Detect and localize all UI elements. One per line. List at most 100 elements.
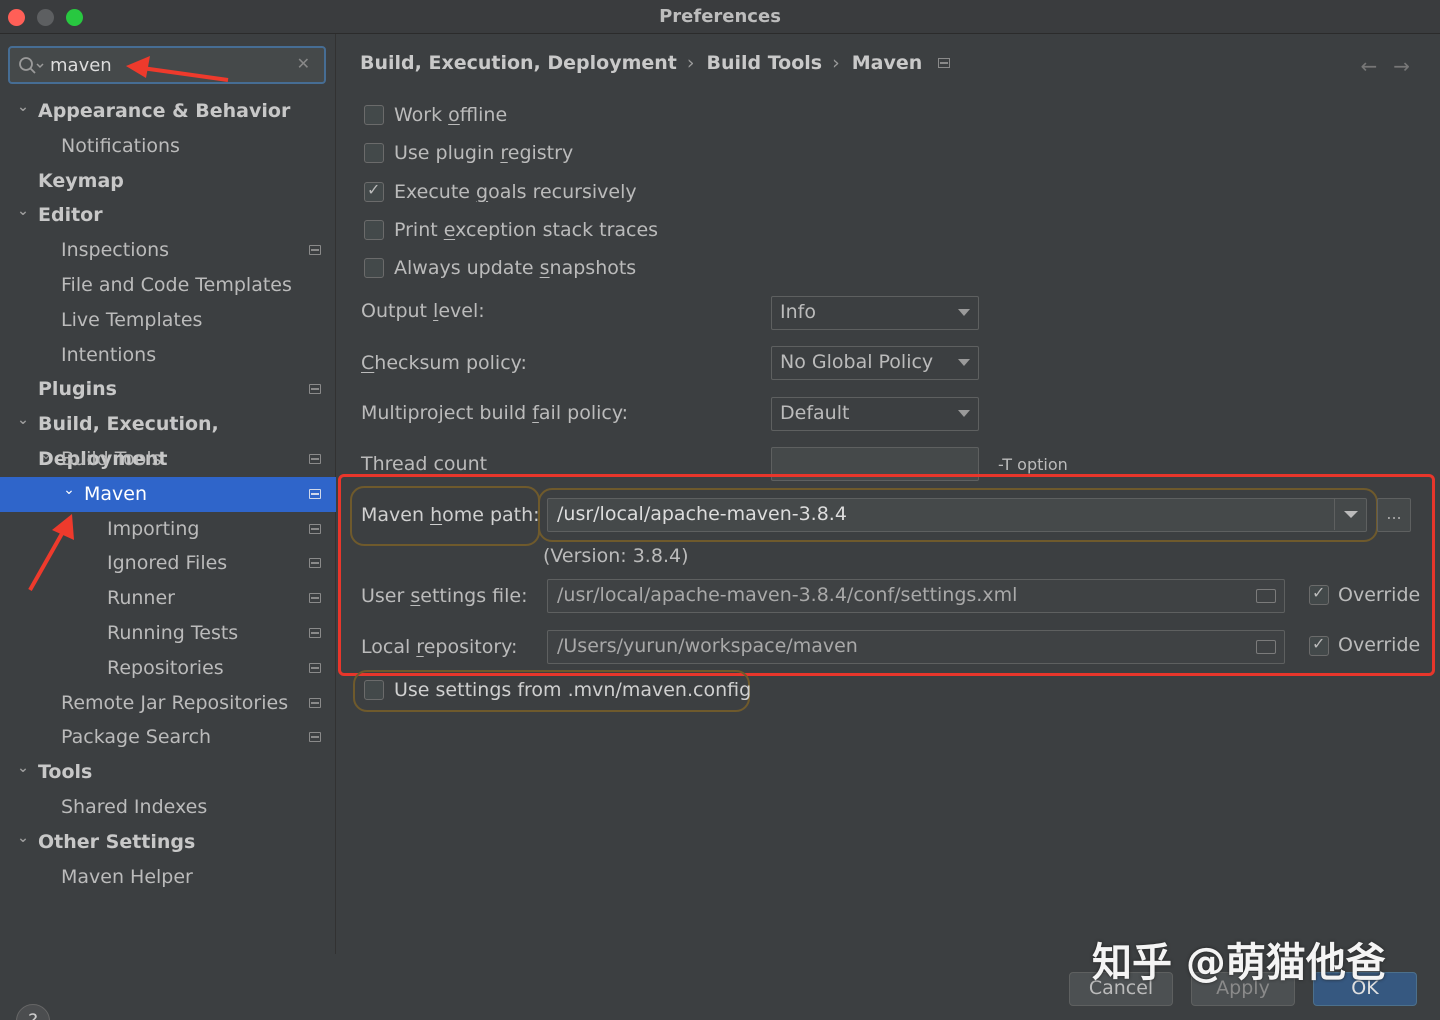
annotation-red-box <box>338 474 1435 676</box>
sidebar-item-label: Ignored Files <box>107 552 228 575</box>
window-title: Preferences <box>659 6 781 27</box>
execute-goals-recursively-label[interactable]: Execute goals recursively <box>394 181 637 203</box>
sidebar-item[interactable]: Remote Jar Repositories <box>0 686 336 721</box>
sidebar-item-label: Shared Indexes <box>61 796 208 818</box>
settings-sidebar: ✕ ⌄Appearance & BehaviorNotificationsKey… <box>0 34 336 1020</box>
project-settings-icon <box>309 662 321 673</box>
watermark: 知乎 @萌猫他爸 <box>1092 940 1386 986</box>
breadcrumb-item[interactable]: Build Tools <box>707 52 823 74</box>
sidebar-item[interactable]: ⌄ Editor <box>0 198 336 233</box>
title-bar: Preferences <box>0 0 1440 34</box>
project-settings-icon <box>309 245 321 256</box>
project-settings-icon <box>309 454 321 464</box>
sidebar-item-label: Repositories <box>107 656 224 679</box>
project-settings-icon <box>938 58 951 68</box>
work-offline-label[interactable]: Work offline <box>394 104 507 126</box>
project-settings-icon <box>309 523 321 534</box>
sidebar-item[interactable]: Repositories <box>0 651 336 686</box>
back-arrow-icon[interactable]: ← <box>1360 54 1377 78</box>
forward-arrow-icon[interactable]: → <box>1393 54 1410 78</box>
output-level-label: Output level: <box>361 300 485 322</box>
chevron-down-icon[interactable]: ⌄ <box>13 94 33 120</box>
sidebar-item[interactable]: Shared Indexes <box>0 790 336 825</box>
print-exception-stack-traces-label[interactable]: Print exception stack traces <box>394 219 658 241</box>
execute-goals-recursively-checkbox[interactable] <box>364 180 384 202</box>
history-navigation: ← → <box>1344 54 1410 78</box>
sidebar-item-label: Editor <box>38 204 103 227</box>
sidebar-item-label: Other Settings <box>38 830 196 853</box>
sidebar-item-label: File and Code Templates <box>61 274 292 296</box>
project-settings-icon <box>309 558 321 569</box>
chevron-down-icon[interactable]: ⌄ <box>59 477 79 503</box>
output-level-select[interactable]: Info <box>771 296 979 330</box>
sidebar-item-label: Inspections <box>61 239 170 262</box>
use-mvn-config-checkbox[interactable] <box>364 680 384 700</box>
checksum-policy-select[interactable]: No Global Policy <box>771 346 979 380</box>
breadcrumb: Build, Execution, Deployment › Build Tools… <box>360 52 951 74</box>
sidebar-item[interactable]: ⌄ Other Settings <box>0 825 336 860</box>
sidebar-item[interactable]: Running Tests <box>0 616 336 651</box>
breadcrumb-separator: › <box>832 52 840 74</box>
sidebar-item-label: Keymap <box>38 169 124 192</box>
sidebar-item-label: Importing <box>107 517 200 540</box>
chevron-down-icon[interactable]: ⌄ <box>36 442 56 468</box>
chevron-down-icon[interactable]: ⌄ <box>13 198 33 224</box>
annotation-arrow-icon <box>28 514 74 591</box>
sidebar-item[interactable]: Keymap <box>0 164 336 199</box>
project-settings-icon <box>309 384 321 395</box>
chevron-down-icon[interactable]: ⌄ <box>13 825 33 851</box>
sidebar-item[interactable]: ⌄ Build, Execution, Deployment <box>0 407 336 470</box>
sidebar-item-label: Remote Jar Repositories <box>61 691 289 714</box>
project-settings-icon <box>309 593 321 604</box>
checksum-policy-label: Checksum policy: <box>361 352 527 374</box>
use-plugin-registry-checkbox[interactable] <box>364 143 384 163</box>
sidebar-item-label: Running Tests <box>107 622 239 644</box>
sidebar-item-label: Build Tools <box>61 448 162 470</box>
search-icon <box>19 57 44 74</box>
sidebar-item[interactable]: Inspections <box>0 233 336 268</box>
breadcrumb-item[interactable]: Build, Execution, Deployment <box>360 52 677 74</box>
chevron-down-icon[interactable]: ⌄ <box>13 755 33 781</box>
sidebar-item-label: Notifications <box>61 134 180 157</box>
sidebar-item[interactable]: ⌄ Build Tools <box>0 442 336 477</box>
sidebar-item-label: Maven <box>84 482 148 505</box>
use-plugin-registry-label[interactable]: Use plugin registry <box>394 142 573 164</box>
work-offline-checkbox[interactable] <box>364 105 384 125</box>
breadcrumb-item: Maven <box>851 52 923 74</box>
sidebar-item[interactable]: Notifications <box>0 129 336 164</box>
chevron-down-icon[interactable]: ⌄ <box>13 407 33 433</box>
sidebar-item-label: Appearance & Behavior <box>38 100 291 122</box>
project-settings-icon <box>309 488 321 499</box>
sidebar-item[interactable]: File and Code Templates <box>0 268 336 303</box>
chevron-down-icon <box>958 410 970 417</box>
sidebar-item[interactable]: Maven Helper <box>0 860 336 895</box>
sidebar-item[interactable]: ⌄ Tools <box>0 755 336 790</box>
sidebar-item[interactable]: Plugins <box>0 372 336 407</box>
sidebar-item[interactable]: Live Templates <box>0 303 336 338</box>
chevron-down-icon <box>958 309 970 316</box>
sidebar-item[interactable]: ⌄ Maven <box>0 476 336 512</box>
project-settings-icon <box>309 697 321 708</box>
use-mvn-config-label[interactable]: Use settings from .mvn/maven.config <box>394 679 751 701</box>
annotation-arrow-icon <box>126 56 229 82</box>
print-exception-stack-traces-checkbox[interactable] <box>364 220 384 240</box>
sidebar-item[interactable]: ⌄ Appearance & Behavior <box>0 94 336 129</box>
multiproject-fail-policy-label: Multiproject build fail policy: <box>361 402 629 424</box>
project-settings-icon <box>309 732 321 743</box>
sidebar-item-label: Package Search <box>61 726 212 749</box>
sidebar-item-label: Runner <box>107 587 175 610</box>
multiproject-fail-policy-select[interactable]: Default <box>771 397 979 431</box>
sidebar-item[interactable]: Package Search <box>0 720 336 755</box>
always-update-snapshots-checkbox[interactable] <box>364 258 384 278</box>
help-button[interactable]: ? <box>16 1004 50 1020</box>
always-update-snapshots-label[interactable]: Always update snapshots <box>394 257 636 279</box>
thread-count-label: Thread count <box>361 453 488 475</box>
sidebar-item-label: Live Templates <box>61 308 203 331</box>
sidebar-item-label: Plugins <box>38 378 117 401</box>
breadcrumb-separator: › <box>686 52 695 74</box>
sidebar-item[interactable]: Intentions <box>0 338 336 373</box>
sidebar-item-label: Tools <box>38 761 93 784</box>
sidebar-item-label: Maven Helper <box>61 865 193 888</box>
clear-search-icon[interactable]: ✕ <box>297 54 310 73</box>
chevron-down-icon <box>958 359 970 366</box>
